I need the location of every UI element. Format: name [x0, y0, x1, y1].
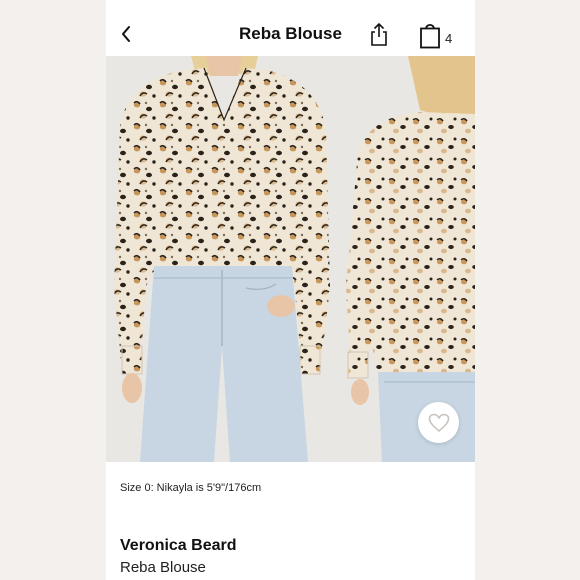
shopping-bag-button[interactable]: 4 [419, 21, 459, 49]
product-image-gallery[interactable] [106, 56, 475, 462]
model-front-photo[interactable] [106, 56, 334, 462]
product-name: Reba Blouse [120, 559, 206, 576]
share-icon [371, 23, 387, 46]
brand-name[interactable]: Veronica Beard [120, 537, 237, 555]
size-caption: Size 0: Nikayla is 5'9"/176cm [120, 482, 262, 494]
app-screen: Reba Blouse 4 Size 0: Nikayla is 5'9"/17… [106, 0, 475, 580]
model-back-photo[interactable] [338, 56, 475, 462]
favorite-button[interactable] [418, 402, 459, 443]
bag-count-badge: 4 [445, 31, 453, 46]
heart-icon [428, 413, 449, 432]
share-button[interactable] [368, 22, 390, 48]
top-bar: Reba Blouse 4 [106, 0, 475, 56]
shopping-bag-icon [420, 23, 440, 49]
